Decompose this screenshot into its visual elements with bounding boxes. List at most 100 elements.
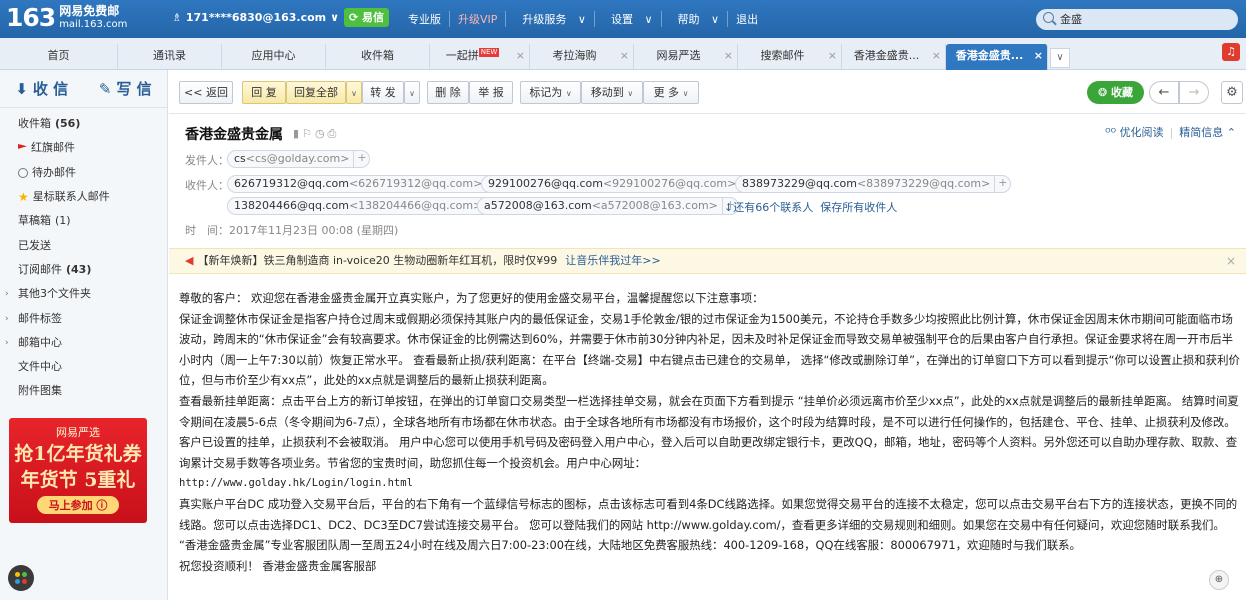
reply-all-button[interactable]: 回复全部: [286, 81, 346, 104]
yixin-button[interactable]: ⟳ 易信: [344, 8, 390, 27]
forward-button[interactable]: 转 发: [362, 81, 404, 104]
apps-grid-icon[interactable]: [8, 565, 34, 591]
tab-yiqipin[interactable]: 一起拼 NEW ×: [430, 44, 530, 70]
ad-cta-button[interactable]: 马上参加 ⓘ: [36, 496, 120, 514]
tab-yanxuan[interactable]: 网易严选 ×: [634, 44, 738, 70]
logo[interactable]: 163 网易免费邮 mail.163.com: [6, 4, 127, 32]
mark-as-button[interactable]: 标记为 ∨: [520, 81, 581, 104]
sidebar-item-label: 已发送: [18, 238, 51, 252]
gear-icon: ⚙: [1226, 85, 1238, 100]
subject-text: 香港金盛贵金属: [185, 127, 283, 143]
print-icon[interactable]: ⎙: [328, 127, 340, 140]
tab-home[interactable]: 首页: [0, 44, 118, 70]
sidebar-ad[interactable]: 网易严选 抢1亿年货礼券 年货节 5重礼 马上参加 ⓘ: [9, 418, 147, 523]
search-icon: [1043, 12, 1054, 23]
recipients-label: 收件人：: [185, 179, 229, 192]
flag-icon[interactable]: ⚐: [302, 127, 315, 140]
sidebar-item-other-folders[interactable]: › 其他3个文件夹: [0, 282, 167, 306]
mail-body: 尊敬的客户： 欢迎您在香港金盛贵金属开立真实账户，为了您更好的使用金盛交易平台，…: [179, 288, 1241, 576]
optimize-read-link[interactable]: 优化阅读: [1120, 126, 1164, 139]
red-flag-icon: [18, 143, 27, 149]
top-nav-logout[interactable]: 退出: [727, 11, 766, 27]
folder-list: 收件箱 (56) 红旗邮件 待办邮件 ★ 星标联系人邮件 草稿箱 (1) 已发送 订阅…: [0, 108, 167, 404]
sidebar-item-tags[interactable]: › 邮件标签: [0, 306, 167, 330]
top-nav-settings[interactable]: 设置 ∨: [593, 11, 661, 27]
recipient-chip[interactable]: 929100276@qq.com<929100276@qq.com> +: [481, 175, 758, 193]
bookmark-icon[interactable]: ▮: [293, 127, 302, 140]
sender-chip[interactable]: cs<cs@golday.com> +: [227, 150, 371, 168]
prev-mail-button[interactable]: ←: [1149, 81, 1179, 104]
more-recipients-link[interactable]: ↓还有66个联系人: [724, 201, 813, 214]
app-logo-icon[interactable]: ♫: [1222, 43, 1240, 61]
ad-line1: 抢1亿年货礼券: [14, 443, 142, 465]
account-menu[interactable]: ♗ 171****6830@163.com ∨: [172, 11, 339, 24]
sidebar-item-drafts[interactable]: 草稿箱 (1): [0, 209, 167, 233]
recipient-chip[interactable]: 626719312@qq.com<626719312@qq.com> +: [227, 175, 504, 193]
subscription-count: (43): [66, 262, 92, 276]
clock-icon[interactable]: ◷: [315, 127, 328, 140]
tab-contacts[interactable]: 通讯录: [118, 44, 222, 70]
close-icon[interactable]: ×: [620, 44, 629, 68]
close-icon[interactable]: ×: [724, 44, 733, 68]
close-icon[interactable]: ×: [828, 44, 837, 68]
sidebar-item-attachments[interactable]: 附件图集: [0, 379, 167, 403]
reply-button[interactable]: 回 复: [242, 81, 286, 104]
favorite-button[interactable]: ❂ 收藏: [1087, 81, 1144, 104]
settings-button[interactable]: ⚙: [1221, 81, 1243, 104]
user-center-link[interactable]: http://www.golday.hk/Login/login.html: [179, 473, 1241, 494]
write-button[interactable]: ✎ 写 信: [84, 70, 168, 107]
chevron-down-icon: ∨: [682, 89, 689, 98]
save-all-recipients-link[interactable]: 保存所有收件人: [820, 201, 897, 214]
ad-line2: 年货节 5重礼: [20, 469, 136, 491]
close-icon[interactable]: ×: [1034, 44, 1043, 68]
move-to-button[interactable]: 移动到 ∨: [581, 81, 643, 104]
back-button[interactable]: << 返回: [179, 81, 233, 104]
sidebar-item-sent[interactable]: 已发送: [0, 233, 167, 257]
recipient-address: <929100276@qq.com>: [602, 177, 737, 190]
tab-email-active[interactable]: 香港金盛贵... ×: [946, 44, 1048, 70]
sidebar-item-label: 收件箱: [18, 117, 51, 131]
tab-email-1[interactable]: 香港金盛贵... ×: [842, 44, 946, 70]
recipient-chip[interactable]: 138204466@qq.com<138204466@qq.com> +: [227, 197, 504, 215]
user-icon: ♗: [172, 11, 182, 24]
top-nav-help[interactable]: 帮助 ∨: [660, 11, 728, 27]
promo-link[interactable]: 让音乐伴我过年>>: [565, 254, 660, 267]
sidebar-item-flagged[interactable]: 红旗邮件: [0, 136, 167, 160]
next-mail-button[interactable]: →: [1179, 81, 1209, 104]
star-icon: ★: [18, 190, 29, 205]
tab-app-center[interactable]: 应用中心: [222, 44, 326, 70]
yixin-label: 易信: [362, 11, 385, 24]
recipient-chip[interactable]: a572008@163.com<a572008@163.com> +: [477, 197, 739, 215]
tab-search-mail[interactable]: 搜索邮件 ×: [738, 44, 842, 70]
sidebar-item-label: 待办邮件: [32, 165, 76, 179]
tab-inbox[interactable]: 收件箱: [326, 44, 430, 70]
delete-button[interactable]: 删 除: [427, 81, 469, 104]
close-icon[interactable]: ×: [1226, 249, 1236, 273]
concise-info-link[interactable]: 精简信息: [1179, 126, 1223, 139]
forward-dropdown-button[interactable]: ∨: [404, 81, 420, 104]
receive-button[interactable]: ⬇ 收 信: [0, 70, 84, 107]
top-nav-pro[interactable]: 专业版: [400, 11, 449, 27]
tab-bar: 首页 通讯录 应用中心 收件箱 一起拼 NEW × 考拉海购 × 网易严选 × 搜…: [0, 38, 1246, 70]
reply-dropdown-button[interactable]: ∨: [346, 81, 362, 104]
more-button[interactable]: 更 多 ∨: [643, 81, 699, 104]
subject-actions[interactable]: ▮⚐◷⎙: [293, 127, 339, 141]
recipient-chip[interactable]: 838973229@qq.com<838973229@qq.com> +: [735, 175, 1012, 193]
sidebar-item-subscriptions[interactable]: 订阅邮件 (43): [0, 258, 167, 282]
search-input[interactable]: 金盛: [1036, 9, 1238, 30]
sidebar-item-file-center[interactable]: 文件中心: [0, 355, 167, 379]
zoom-icon[interactable]: ⊕: [1209, 570, 1229, 590]
close-icon[interactable]: ×: [932, 44, 941, 68]
add-contact-icon[interactable]: +: [994, 175, 1010, 193]
close-icon[interactable]: ×: [516, 44, 525, 68]
sidebar-item-todo[interactable]: 待办邮件: [0, 161, 167, 185]
top-nav-upgrade[interactable]: 升级服务 ∨: [505, 11, 594, 27]
tab-kaola[interactable]: 考拉海购 ×: [530, 44, 634, 70]
top-nav-vip[interactable]: 升级VIP: [449, 11, 505, 27]
report-button[interactable]: 举 报: [469, 81, 513, 104]
sidebar-item-starred[interactable]: ★ 星标联系人邮件: [0, 185, 167, 209]
sidebar-item-mail-center[interactable]: › 邮箱中心: [0, 331, 167, 355]
tab-more-button[interactable]: ∨: [1050, 48, 1070, 68]
add-contact-icon[interactable]: +: [353, 150, 369, 168]
sidebar-item-inbox[interactable]: 收件箱 (56): [0, 112, 167, 136]
